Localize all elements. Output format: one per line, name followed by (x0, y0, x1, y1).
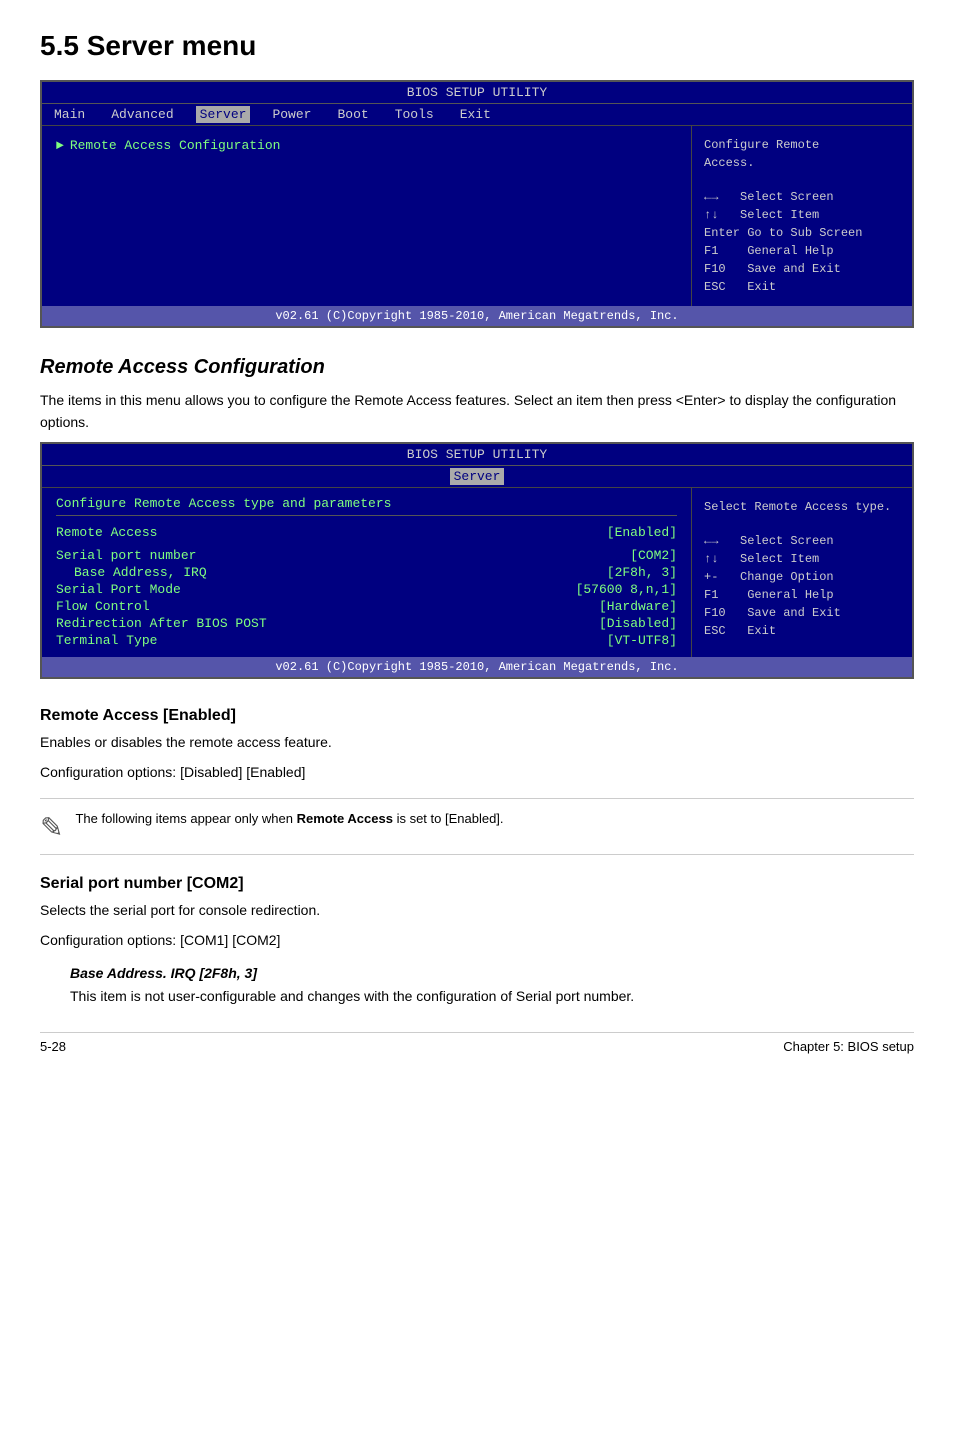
footer-page-number: 5-28 (40, 1039, 66, 1054)
bios-menu-power[interactable]: Power (268, 106, 315, 123)
bios-menu-bar-1: Main Advanced Server Power Boot Tools Ex… (42, 104, 912, 126)
key-change-option-2: +- Change Option (704, 568, 900, 586)
arrow-icon: ► (56, 138, 64, 153)
key-f10-2: F10 Save and Exit (704, 604, 900, 622)
section-remote-access-desc: The items in this menu allows you to con… (40, 389, 914, 434)
base-address-desc: This item is not user-configurable and c… (40, 985, 914, 1007)
bios-submenu-label[interactable]: Server (450, 468, 505, 485)
config-row-base-address: Base Address, IRQ [2F8h, 3] (56, 564, 677, 581)
note-text: The following items appear only when Rem… (75, 809, 503, 829)
bios-menu-advanced[interactable]: Advanced (107, 106, 177, 123)
bios-item-label: Remote Access Configuration (70, 138, 281, 153)
bios-title-bar-2: BIOS SETUP UTILITY (42, 444, 912, 466)
bios-footer-2: v02.61 (C)Copyright 1985-2010, American … (42, 657, 912, 677)
bios-help-text-1: Configure RemoteAccess. (704, 136, 900, 172)
key-esc-1: ESC Exit (704, 278, 900, 296)
bios-help-text-2: Select Remote Access type. (704, 498, 900, 516)
config-row-redirection[interactable]: Redirection After BIOS POST [Disabled] (56, 615, 677, 632)
bios-main-panel-1: ► Remote Access Configuration (42, 126, 692, 306)
bios-menu-bar-2: Server (42, 466, 912, 488)
config-row-port-mode[interactable]: Serial Port Mode [57600 8,n,1] (56, 581, 677, 598)
config-label-redirection: Redirection After BIOS POST (56, 616, 267, 631)
config-row-remote-access[interactable]: Remote Access [Enabled] (56, 524, 677, 541)
remote-access-desc2: Configuration options: [Disabled] [Enabl… (40, 761, 914, 783)
config-value-base-address: [2F8h, 3] (607, 565, 677, 580)
bios-body-1: ► Remote Access Configuration Configure … (42, 126, 912, 306)
config-value-remote-access: [Enabled] (607, 525, 677, 540)
key-select-screen-2: ←→ Select Screen (704, 532, 900, 550)
config-label-serial-port: Serial port number (56, 548, 196, 563)
key-f10-1: F10 Save and Exit (704, 260, 900, 278)
note-box: ✎ The following items appear only when R… (40, 798, 914, 855)
remote-access-desc1: Enables or disables the remote access fe… (40, 731, 914, 753)
bios-body-2: Configure Remote Access type and paramet… (42, 488, 912, 657)
page-title: 5.5 Server menu (40, 30, 914, 62)
subsubsection-base-address: Base Address. IRQ [2F8h, 3] (40, 965, 914, 981)
config-value-port-mode: [57600 8,n,1] (576, 582, 677, 597)
config-label-flow-control: Flow Control (56, 599, 150, 614)
config-row-terminal-type[interactable]: Terminal Type [VT-UTF8] (56, 632, 677, 649)
bios-title-bar-1: BIOS SETUP UTILITY (42, 82, 912, 104)
bios-config-panel: Configure Remote Access type and paramet… (42, 488, 692, 657)
section-remote-access-title: Remote Access Configuration (40, 356, 914, 379)
config-value-redirection: [Disabled] (599, 616, 677, 631)
config-label-terminal-type: Terminal Type (56, 633, 157, 648)
config-value-flow-control: [Hardware] (599, 599, 677, 614)
footer-chapter: Chapter 5: BIOS setup (783, 1039, 914, 1054)
key-select-screen-1: ←→ Select Screen (704, 188, 900, 206)
key-select-item-1: ↑↓ Select Item (704, 206, 900, 224)
config-label-remote-access: Remote Access (56, 525, 157, 540)
serial-port-desc1: Selects the serial port for console redi… (40, 899, 914, 921)
bios-keys-1: ←→ Select Screen ↑↓ Select Item Enter Go… (704, 188, 900, 296)
config-row-flow-control[interactable]: Flow Control [Hardware] (56, 598, 677, 615)
note-bold: Remote Access (297, 811, 393, 826)
bios-config-title: Configure Remote Access type and paramet… (56, 496, 677, 516)
bios-side-panel-1: Configure RemoteAccess. ←→ Select Screen… (692, 126, 912, 306)
bios-side-panel-2: Select Remote Access type. ←→ Select Scr… (692, 488, 912, 657)
bios-screen-1: BIOS SETUP UTILITY Main Advanced Server … (40, 80, 914, 328)
config-label-port-mode: Serial Port Mode (56, 582, 181, 597)
bios-item-remote-access-config[interactable]: ► Remote Access Configuration (56, 136, 677, 155)
bios-menu-main[interactable]: Main (50, 106, 89, 123)
bios-menu-server[interactable]: Server (196, 106, 251, 123)
key-enter-1: Enter Go to Sub Screen (704, 224, 900, 242)
config-value-terminal-type: [VT-UTF8] (607, 633, 677, 648)
note-icon: ✎ (40, 811, 63, 844)
subsection-serial-port: Serial port number [COM2] (40, 875, 914, 893)
subsection-remote-access-enabled: Remote Access [Enabled] (40, 707, 914, 725)
key-f1-2: F1 General Help (704, 586, 900, 604)
key-select-item-2: ↑↓ Select Item (704, 550, 900, 568)
config-value-serial-port: [COM2] (630, 548, 677, 563)
bios-keys-2: ←→ Select Screen ↑↓ Select Item +- Chang… (704, 532, 900, 640)
bios-screen-2: BIOS SETUP UTILITY Server Configure Remo… (40, 442, 914, 679)
config-row-serial-port[interactable]: Serial port number [COM2] (56, 547, 677, 564)
bios-menu-exit[interactable]: Exit (456, 106, 495, 123)
key-esc-2: ESC Exit (704, 622, 900, 640)
page-footer: 5-28 Chapter 5: BIOS setup (40, 1032, 914, 1054)
key-f1-1: F1 General Help (704, 242, 900, 260)
bios-menu-tools[interactable]: Tools (391, 106, 438, 123)
serial-port-desc2: Configuration options: [COM1] [COM2] (40, 929, 914, 951)
bios-footer-1: v02.61 (C)Copyright 1985-2010, American … (42, 306, 912, 326)
bios-menu-boot[interactable]: Boot (333, 106, 372, 123)
config-label-base-address: Base Address, IRQ (74, 565, 207, 580)
